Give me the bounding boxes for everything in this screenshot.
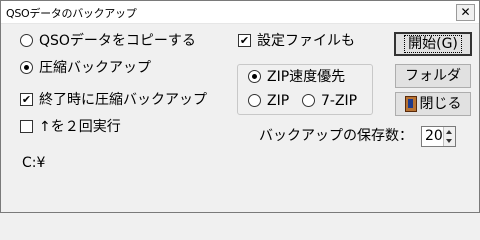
compress-backup-radio[interactable]: 圧縮バックアップ (20, 59, 151, 77)
radio-indicator-selected (248, 69, 261, 83)
compress-on-exit-checkbox[interactable]: ✔ 終了時に圧縮バックアップ (20, 91, 207, 109)
radio-indicator (302, 93, 315, 107)
close-button-label: 閉じる (419, 96, 462, 112)
radio-indicator (248, 93, 261, 107)
door-exit-icon (404, 95, 417, 112)
zip-speed-label: ZIP速度優先 (267, 69, 346, 85)
backup-dialog: QSOデータのバックアップ ✕ QSOデータをコピーする 圧縮バックアップ ✔ 終… (0, 0, 480, 213)
start-button[interactable]: 開始(G) (394, 32, 472, 56)
radio-indicator-selected (20, 60, 33, 74)
zip-radio[interactable]: ZIP (248, 92, 289, 110)
spinner-arrows[interactable] (443, 127, 455, 146)
zip-speed-radio[interactable]: ZIP速度優先 (248, 68, 345, 86)
title-bar: QSOデータのバックアップ ✕ (1, 1, 479, 24)
backup-count-label: バックアップの保存数： (259, 128, 413, 144)
radio-indicator (20, 33, 33, 47)
folder-button-label: フォルダ (405, 68, 461, 84)
window-close-button[interactable]: ✕ (456, 4, 475, 21)
settings-file-checkbox[interactable]: ✔ 設定ファイルも (238, 32, 355, 50)
spin-down-icon[interactable] (446, 139, 452, 143)
zip-label: ZIP (267, 93, 290, 109)
backup-count-spinner[interactable]: 20 (421, 126, 456, 147)
start-button-label: 開始(G) (404, 35, 462, 53)
close-button[interactable]: 閉じる (395, 92, 471, 116)
repeat-twice-checkbox[interactable]: ↑を２回実行 (20, 118, 121, 136)
backup-count-value: 20 (425, 128, 443, 144)
copy-qso-label: QSOデータをコピーする (39, 33, 196, 49)
checkbox-empty (20, 119, 33, 133)
seven-zip-label: 7-ZIP (321, 93, 358, 109)
check-mark-icon: ✔ (238, 33, 251, 47)
close-icon: ✕ (460, 5, 471, 19)
spin-up-icon[interactable] (446, 130, 452, 134)
seven-zip-radio[interactable]: 7-ZIP (302, 92, 357, 110)
window-title: QSOデータのバックアップ (6, 7, 137, 20)
compress-on-exit-label: 終了時に圧縮バックアップ (39, 92, 207, 108)
check-mark-icon: ✔ (20, 92, 33, 106)
repeat-twice-label: ↑を２回実行 (39, 119, 121, 135)
folder-button[interactable]: フォルダ (395, 64, 471, 88)
compress-backup-label: 圧縮バックアップ (39, 60, 151, 76)
copy-qso-radio[interactable]: QSOデータをコピーする (20, 32, 196, 50)
backup-path: C:¥ (22, 155, 46, 171)
settings-file-label: 設定ファイルも (257, 33, 355, 49)
